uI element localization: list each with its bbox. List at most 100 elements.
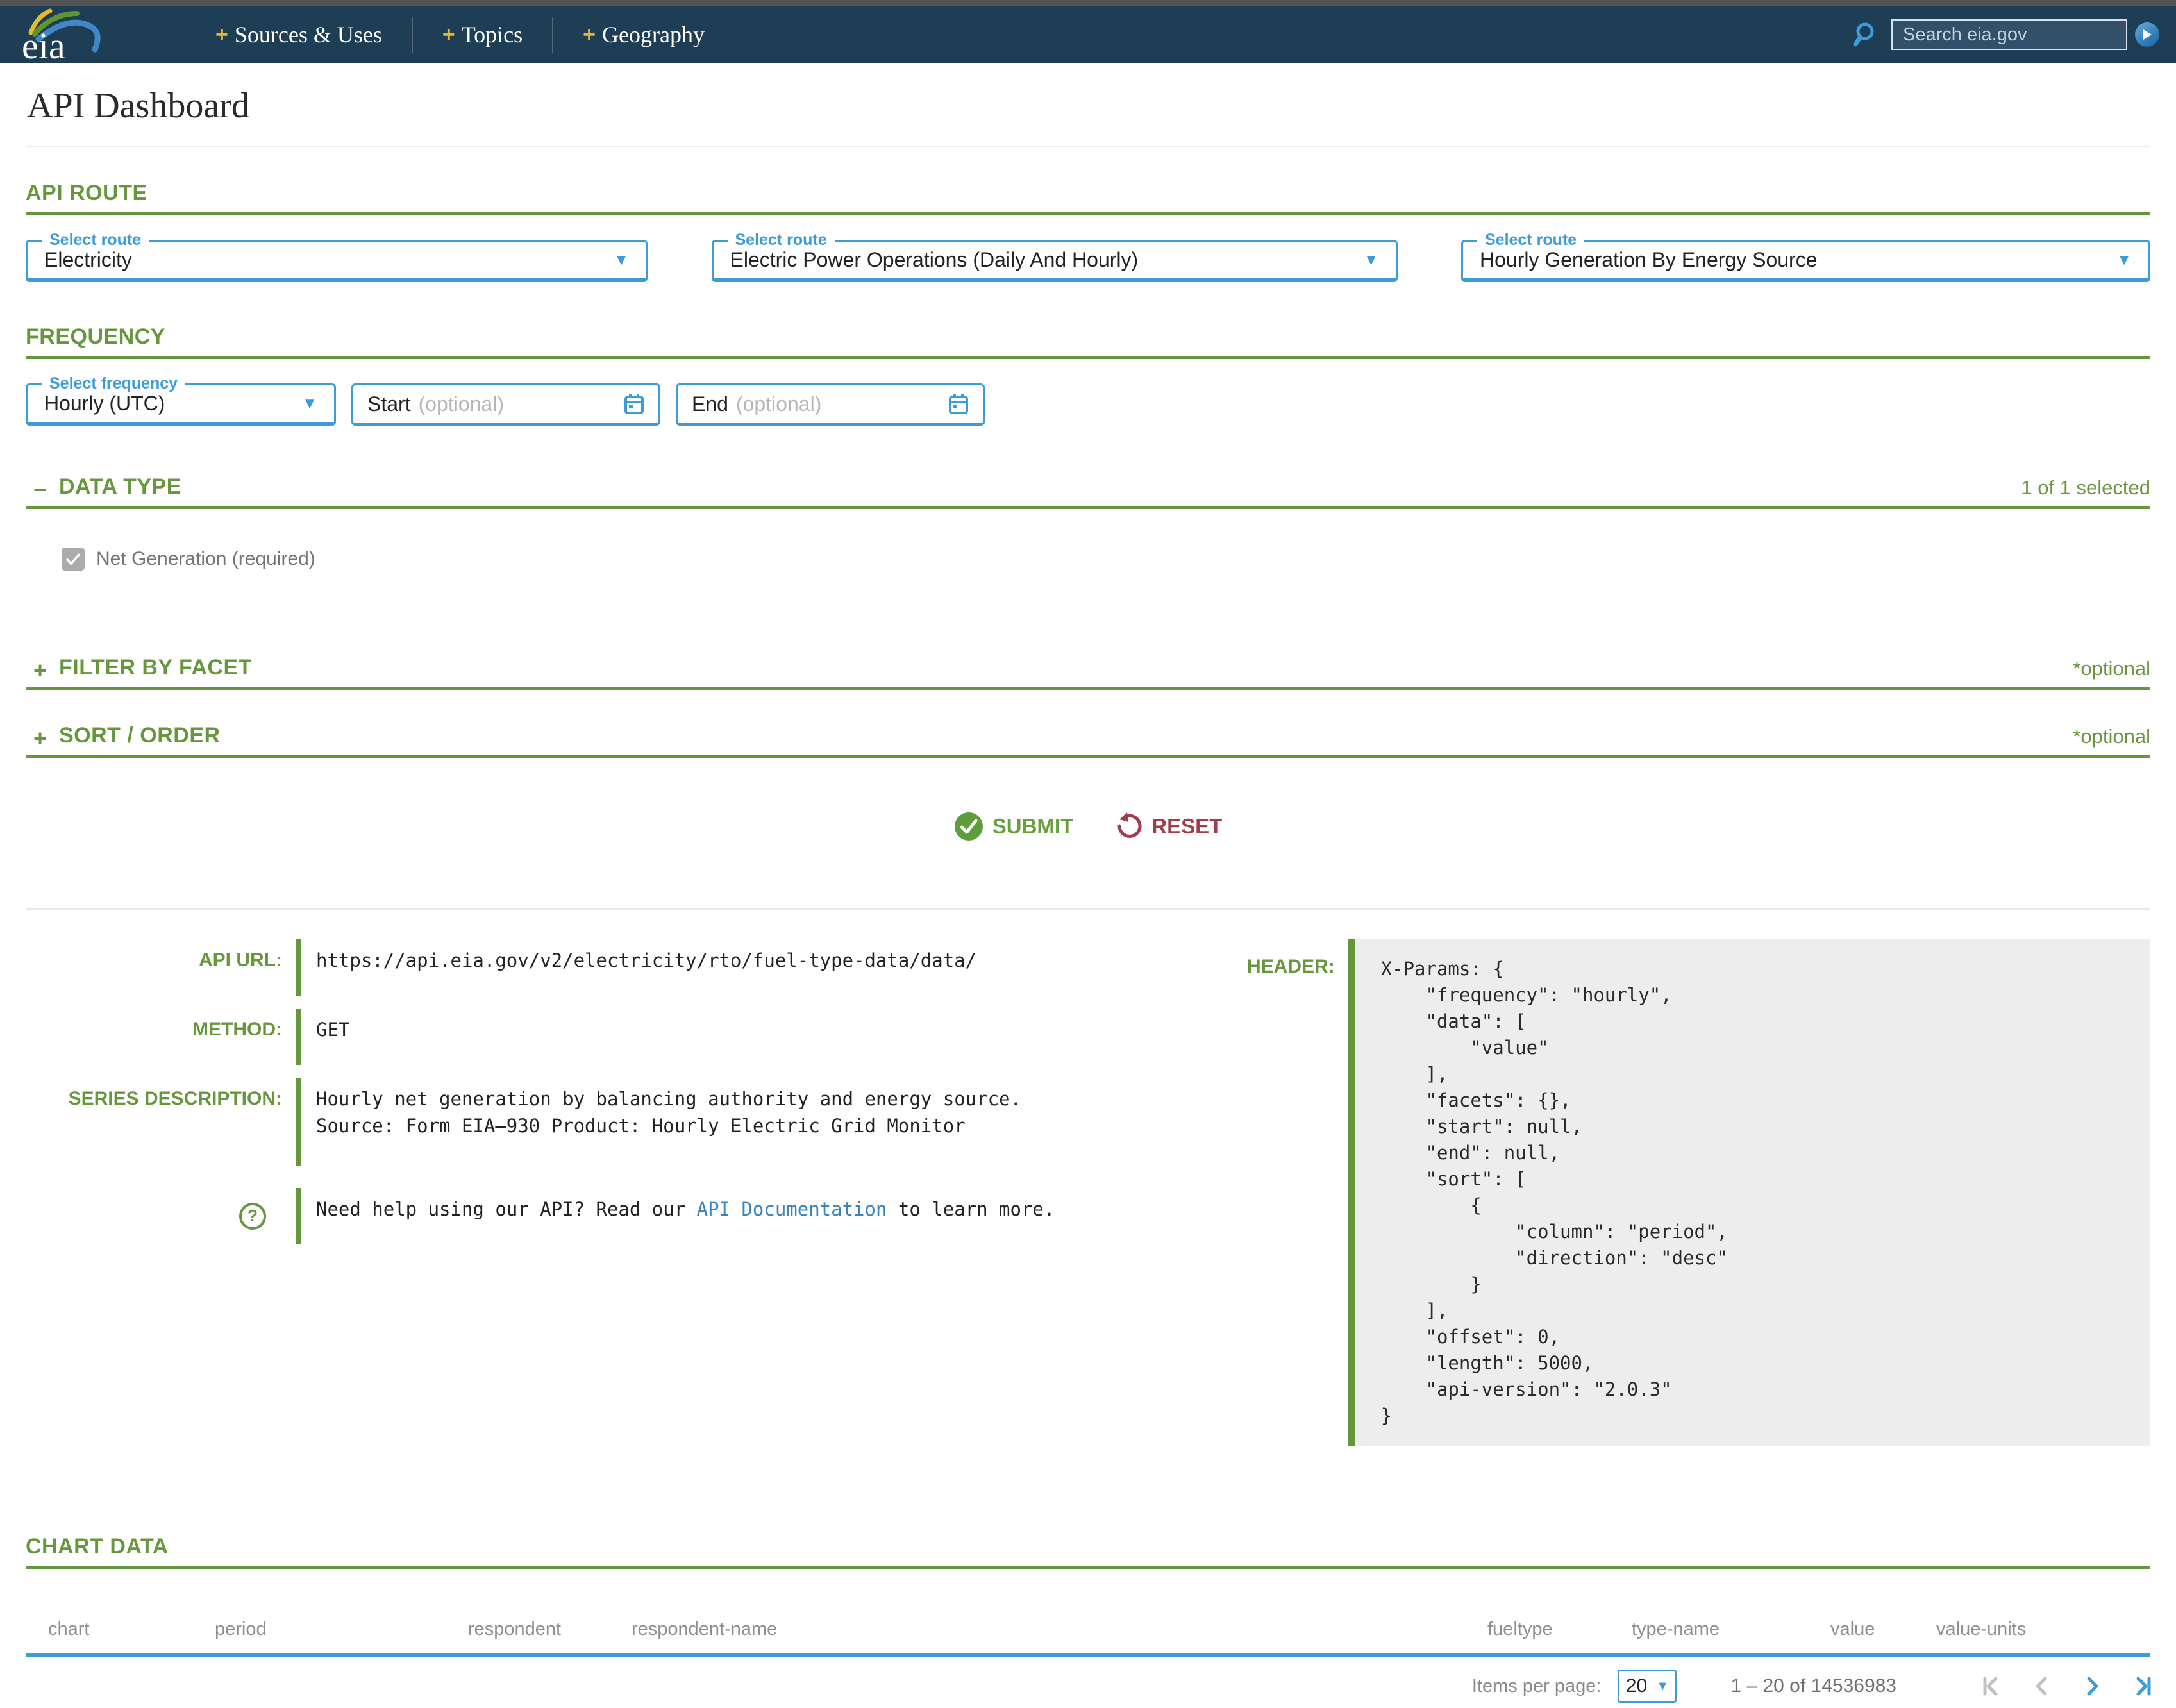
end-date-input[interactable]: End (optional) bbox=[676, 383, 985, 426]
frequency-controls-row: Select frequency Hourly (UTC) ▼ Start (o… bbox=[26, 383, 2150, 426]
section-title: CHART DATA bbox=[26, 1534, 169, 1559]
route-select-3[interactable]: Select route Hourly Generation By Energy… bbox=[1461, 240, 2150, 282]
nav-item-geography[interactable]: + Geography bbox=[583, 21, 705, 48]
series-description-row: SERIES DESCRIPTION: Hourly net generatio… bbox=[26, 1078, 1247, 1166]
series-description-label: SERIES DESCRIPTION: bbox=[26, 1078, 282, 1166]
route-select-1[interactable]: Select route Electricity ▼ bbox=[26, 240, 648, 282]
section-api-route-header: API ROUTE bbox=[26, 181, 2150, 215]
help-text: Need help using our API? Read our API Do… bbox=[301, 1188, 1055, 1244]
items-per-page-select[interactable]: 20 ▼ bbox=[1618, 1670, 1677, 1703]
svg-text:?: ? bbox=[247, 1206, 258, 1225]
col-header-type-name: type-name bbox=[1619, 1619, 1818, 1640]
next-page-button[interactable] bbox=[2067, 1675, 2117, 1698]
form-actions: SUBMIT RESET bbox=[26, 812, 2150, 841]
previous-page-button[interactable] bbox=[2017, 1675, 2067, 1698]
optional-label: *optional bbox=[2073, 657, 2150, 680]
dropdown-arrow-icon: ▼ bbox=[2104, 251, 2132, 269]
method-row: METHOD: GET bbox=[26, 1009, 1247, 1065]
frequency-select-value: Hourly (UTC) bbox=[44, 392, 165, 415]
eia-logo-text: eia bbox=[22, 25, 65, 62]
net-generation-checkbox-row[interactable]: Net Generation (required) bbox=[62, 548, 2150, 571]
last-page-button[interactable] bbox=[2117, 1675, 2167, 1698]
plus-icon: + bbox=[442, 22, 455, 47]
section-sort-order-header: + SORT / ORDER *optional bbox=[26, 723, 2150, 758]
search-submit-button[interactable] bbox=[2135, 22, 2159, 47]
nav-separator bbox=[412, 17, 413, 53]
header-label: HEADER: bbox=[1247, 939, 1335, 978]
green-bar bbox=[296, 939, 301, 996]
help-text-before: Need help using our API? Read our bbox=[316, 1198, 697, 1220]
section-filter-by-facet-header: + FILTER BY FACET *optional bbox=[26, 655, 2150, 690]
section-divider bbox=[26, 908, 2150, 910]
chevron-right-icon bbox=[2080, 1675, 2104, 1698]
start-date-label: Start bbox=[367, 392, 411, 416]
table-header-divider bbox=[26, 1653, 2150, 1657]
start-date-input[interactable]: Start (optional) bbox=[351, 383, 660, 426]
section-data-type-header: − DATA TYPE 1 of 1 selected bbox=[26, 474, 2150, 509]
selected-count-label: 1 of 1 selected bbox=[2021, 476, 2150, 499]
section-title: DATA TYPE bbox=[59, 474, 181, 499]
route-select-1-value: Electricity bbox=[44, 248, 132, 272]
help-icon: ? bbox=[26, 1188, 282, 1244]
series-description-value: Hourly net generation by balancing autho… bbox=[301, 1078, 1021, 1166]
items-per-page-label: Items per page: bbox=[1472, 1676, 1602, 1697]
search-area bbox=[1853, 19, 2159, 50]
x-params-code-block: X-Params: { "frequency": "hourly", "data… bbox=[1348, 939, 2150, 1446]
reset-label: RESET bbox=[1151, 814, 1222, 839]
collapse-minus-icon[interactable]: − bbox=[33, 480, 59, 499]
plus-icon: + bbox=[583, 22, 596, 47]
main-content: API Dashboard API ROUTE Select route Ele… bbox=[0, 85, 2176, 1708]
select-floating-label: Select route bbox=[728, 231, 835, 249]
expand-plus-icon[interactable]: + bbox=[33, 661, 59, 680]
browser-top-strip bbox=[0, 0, 2176, 6]
first-page-button[interactable] bbox=[1967, 1675, 2017, 1698]
nav-item-label: Topics bbox=[462, 21, 523, 48]
select-floating-label: Select route bbox=[1477, 231, 1584, 249]
dropdown-arrow-icon: ▼ bbox=[1656, 1679, 1669, 1694]
calendar-icon[interactable] bbox=[948, 393, 969, 415]
check-circle-icon bbox=[954, 812, 983, 841]
checkbox-label: Net Generation (required) bbox=[96, 548, 315, 570]
title-divider bbox=[26, 146, 2150, 147]
request-left-column: API URL: https://api.eia.gov/v2/electric… bbox=[26, 939, 1247, 1446]
table-header-row: chart period respondent respondent-name … bbox=[26, 1619, 2150, 1653]
nav-item-label: Sources & Uses bbox=[235, 21, 382, 48]
nav-item-topics[interactable]: + Topics bbox=[442, 21, 523, 48]
eia-logo-swoosh: eia bbox=[17, 7, 113, 62]
section-title: SORT / ORDER bbox=[59, 723, 221, 748]
green-bar bbox=[296, 1078, 301, 1166]
nav-item-label: Geography bbox=[602, 21, 705, 48]
api-help-row: ? Need help using our API? Read our API … bbox=[26, 1188, 1247, 1244]
select-floating-label: Select route bbox=[42, 231, 149, 249]
eia-logo[interactable]: eia bbox=[17, 7, 113, 62]
submit-button[interactable]: SUBMIT bbox=[954, 812, 1074, 841]
frequency-select[interactable]: Select frequency Hourly (UTC) ▼ bbox=[26, 383, 336, 426]
section-frequency-header: FREQUENCY bbox=[26, 324, 2150, 359]
request-header-column: HEADER: X-Params: { "frequency": "hourly… bbox=[1247, 939, 2150, 1446]
request-details: API URL: https://api.eia.gov/v2/electric… bbox=[26, 939, 2150, 1446]
start-date-placeholder: (optional) bbox=[419, 392, 504, 416]
section-title: FREQUENCY bbox=[26, 324, 165, 349]
api-url-row: API URL: https://api.eia.gov/v2/electric… bbox=[26, 939, 1247, 996]
api-documentation-link[interactable]: API Documentation bbox=[697, 1198, 887, 1220]
end-date-label: End bbox=[692, 392, 728, 416]
calendar-icon[interactable] bbox=[624, 393, 644, 415]
route-select-3-value: Hourly Generation By Energy Source bbox=[1480, 248, 1817, 272]
checked-checkbox-icon[interactable] bbox=[62, 548, 85, 571]
top-nav: eia + Sources & Uses + Topics + Geograph… bbox=[0, 6, 2176, 63]
route-select-2[interactable]: Select route Electric Power Operations (… bbox=[712, 240, 1398, 282]
route-select-2-value: Electric Power Operations (Daily And Hou… bbox=[730, 248, 1139, 272]
search-input[interactable] bbox=[1891, 19, 2127, 50]
optional-label: *optional bbox=[2073, 725, 2150, 748]
reset-button[interactable]: RESET bbox=[1114, 812, 1222, 841]
col-header-respondent-name: respondent-name bbox=[619, 1619, 1475, 1640]
play-arrow-icon bbox=[2142, 29, 2152, 40]
section-title: API ROUTE bbox=[26, 181, 147, 206]
col-header-value-units: value-units bbox=[1923, 1619, 2150, 1640]
nav-item-sources-uses[interactable]: + Sources & Uses bbox=[215, 21, 382, 48]
items-per-page-value: 20 bbox=[1626, 1675, 1647, 1697]
green-bar bbox=[296, 1188, 301, 1244]
route-selects-row: Select route Electricity ▼ Select route … bbox=[26, 240, 2150, 282]
nav-separator bbox=[552, 17, 553, 53]
expand-plus-icon[interactable]: + bbox=[33, 729, 59, 748]
